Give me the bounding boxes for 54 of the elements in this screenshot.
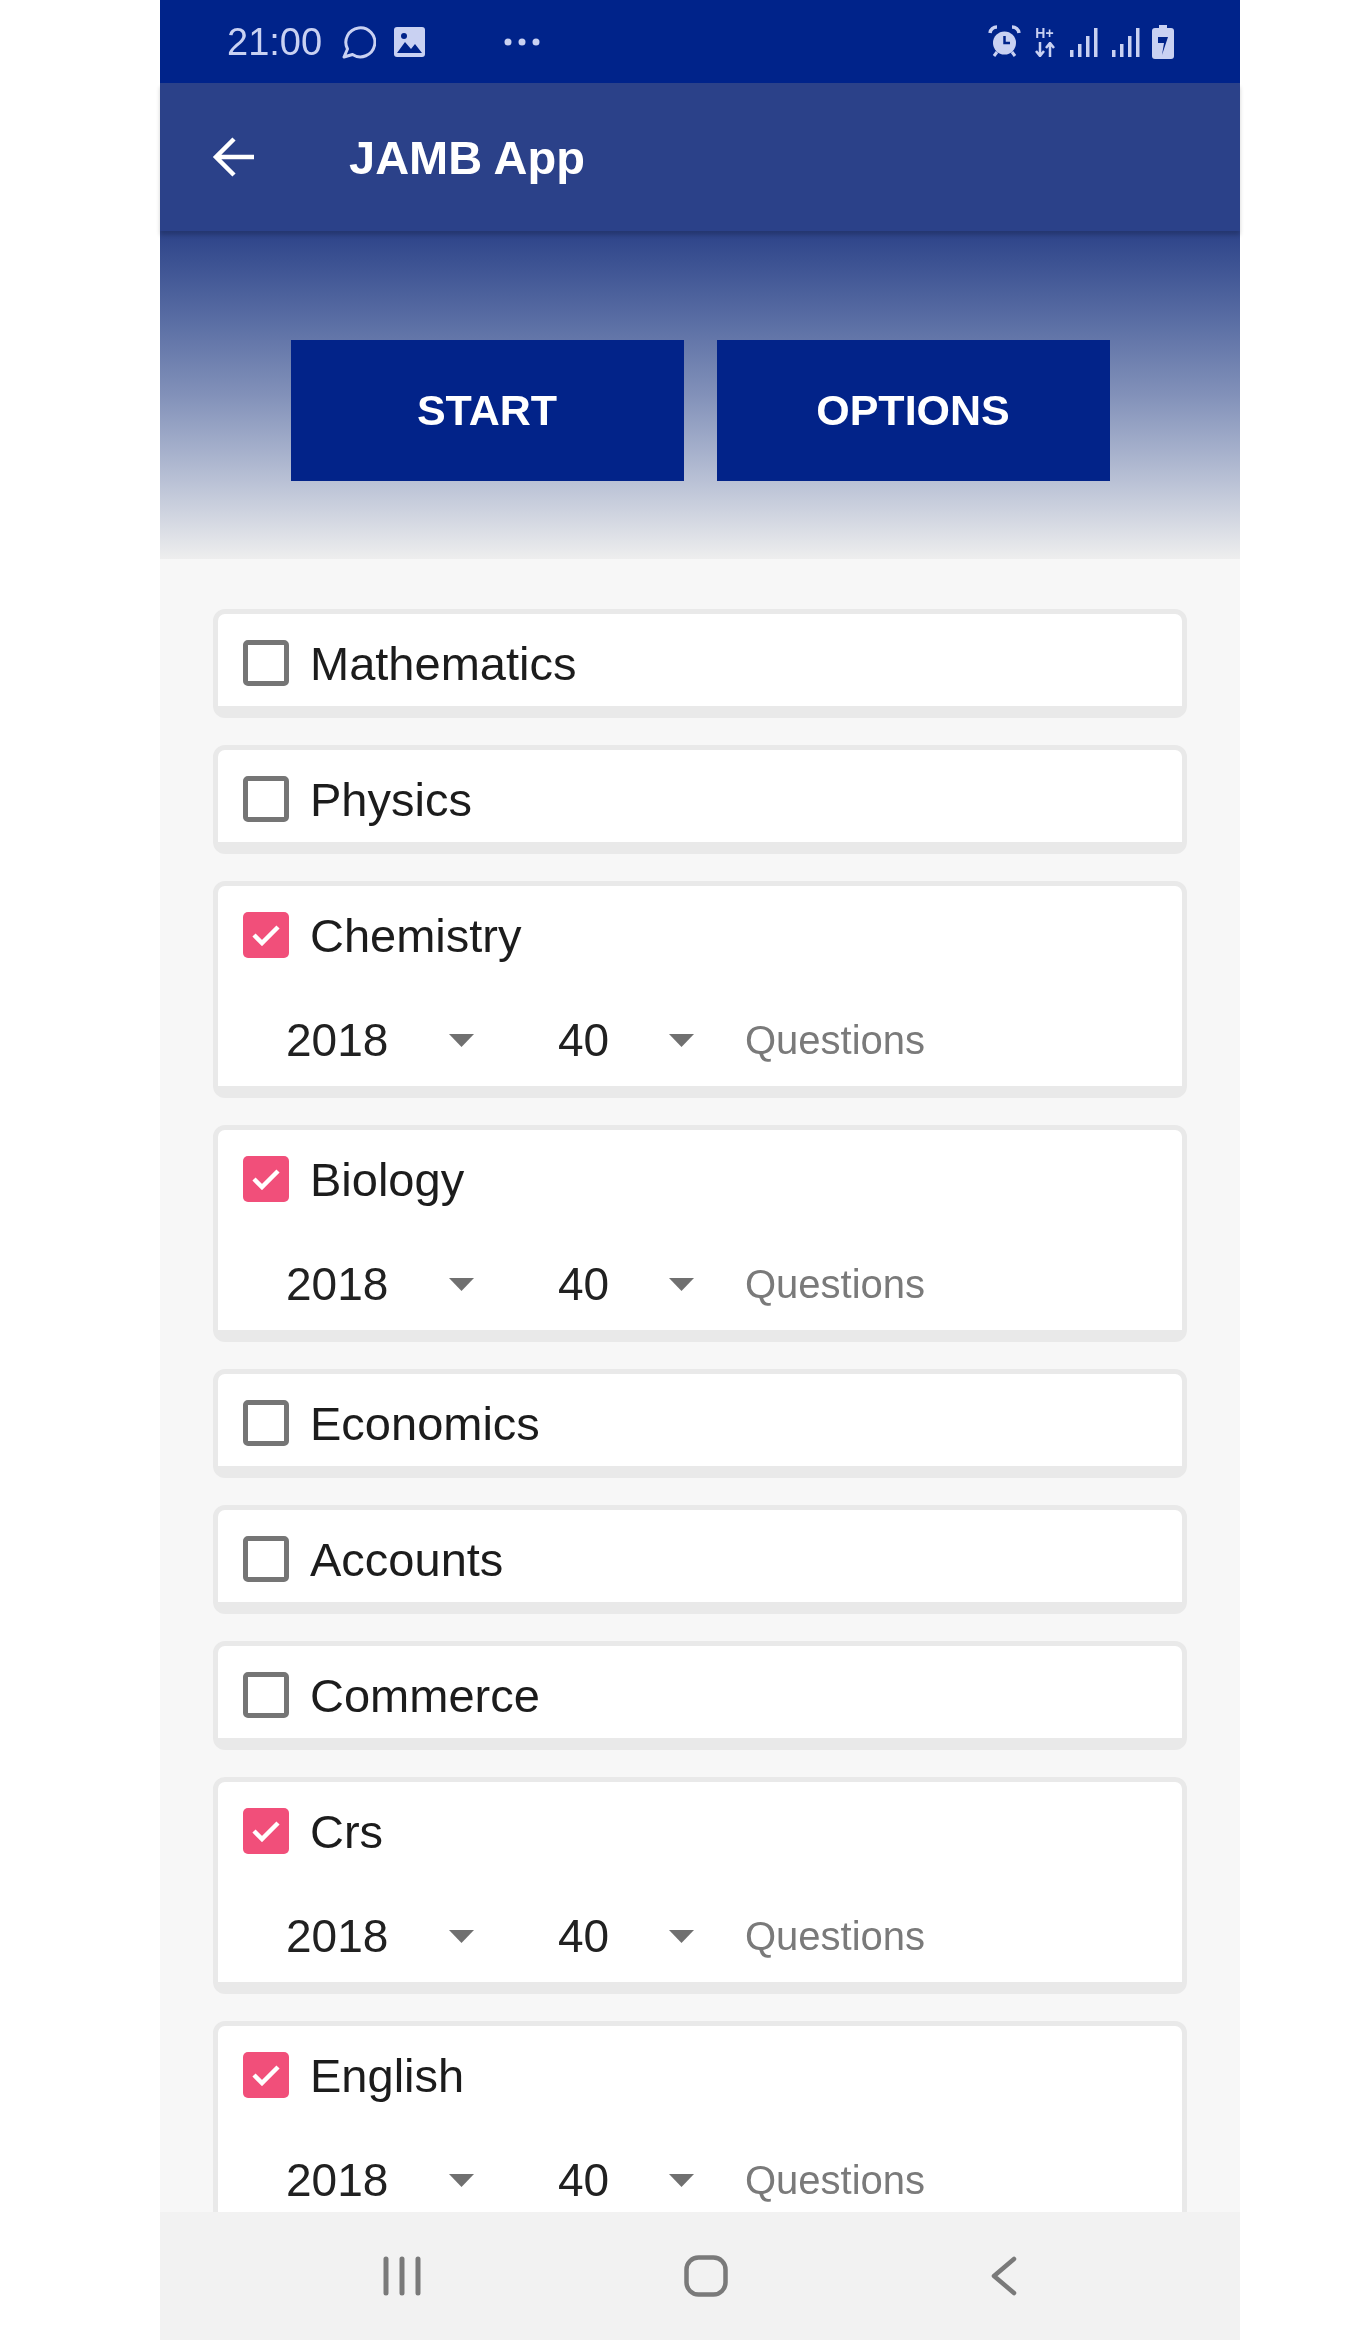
subject-label: Economics [310, 1399, 540, 1447]
caret-icon [669, 2173, 694, 2187]
question-count-dropdown[interactable]: 40 [542, 2158, 714, 2202]
checkbox[interactable] [243, 1808, 289, 1854]
year-dropdown[interactable]: 2018 [270, 2158, 494, 2202]
data-arrows-icon [1033, 42, 1056, 57]
checkbox[interactable] [243, 2052, 289, 2098]
caret-icon [449, 1033, 474, 1047]
questions-label: Questions [745, 2160, 926, 2200]
back-icon[interactable] [990, 2256, 1018, 2296]
questions-label: Questions [745, 1916, 926, 1956]
status-time: 21:00 [227, 22, 323, 61]
back-arrow-icon[interactable] [212, 136, 256, 178]
question-count-dropdown[interactable]: 40 [542, 1262, 714, 1306]
check-icon [251, 1168, 281, 1190]
caret-icon [449, 1929, 474, 1943]
signal-icon [1110, 26, 1140, 57]
alarm-clock-icon [988, 25, 1021, 58]
caret-icon [449, 1277, 474, 1291]
caret-icon [669, 1277, 694, 1291]
checkbox[interactable] [243, 776, 289, 822]
battery-charging-icon [1152, 24, 1174, 59]
check-icon [251, 2064, 281, 2086]
subject-label: Commerce [310, 1671, 540, 1719]
chat-bubble-icon [342, 24, 377, 59]
caret-icon [449, 2173, 474, 2187]
checkbox[interactable] [243, 912, 289, 958]
recent-apps-icon[interactable] [382, 2256, 422, 2296]
check-icon [251, 1820, 281, 1842]
image-icon [394, 26, 426, 57]
caret-icon [669, 1033, 694, 1047]
more-dots-icon [504, 37, 541, 46]
home-icon[interactable] [684, 2255, 728, 2297]
year-dropdown[interactable]: 2018 [270, 1018, 494, 1062]
question-count-dropdown[interactable]: 40 [542, 1018, 714, 1062]
checkbox[interactable] [243, 1672, 289, 1718]
questions-label: Questions [745, 1020, 926, 1060]
year-dropdown[interactable]: 2018 [270, 1262, 494, 1306]
question-count-dropdown[interactable]: 40 [542, 1914, 714, 1958]
caret-icon [669, 1929, 694, 1943]
action-button[interactable]: OPTIONS [716, 340, 1110, 481]
subject-label: Mathematics [310, 639, 577, 687]
checkbox[interactable] [243, 640, 289, 686]
network-type: H+ [1035, 26, 1054, 40]
checkbox[interactable] [243, 1400, 289, 1446]
checkbox[interactable] [243, 1536, 289, 1582]
year-dropdown[interactable]: 2018 [270, 1914, 494, 1958]
questions-label: Questions [745, 1264, 926, 1304]
signal-icon [1068, 26, 1098, 57]
action-button[interactable]: START [290, 340, 684, 481]
subject-label: Crs [310, 1807, 384, 1855]
check-icon [251, 924, 281, 946]
subject-label: Accounts [310, 1535, 504, 1583]
checkbox[interactable] [243, 1156, 289, 1202]
